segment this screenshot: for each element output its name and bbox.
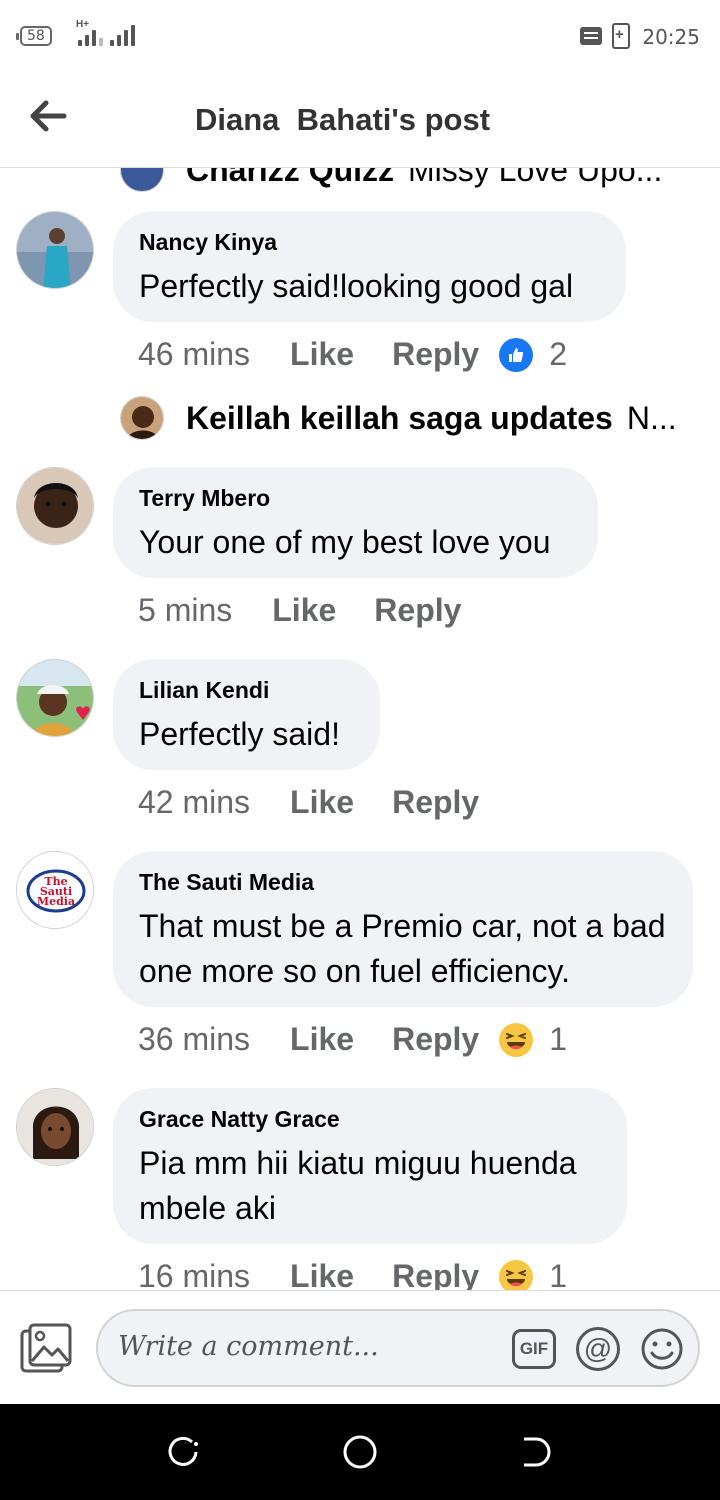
comment-text: Perfectly said!: [139, 716, 340, 752]
reply-button[interactable]: Reply: [392, 1258, 479, 1290]
like-button[interactable]: Like: [290, 336, 354, 373]
reply-preview-text: N...: [626, 399, 677, 436]
sauti-media-logo: The Sauti Media: [17, 852, 93, 928]
reply-preview-link[interactable]: Keillah keillah saga updates N...: [120, 396, 677, 440]
profile-photo: [17, 660, 93, 736]
comment-time[interactable]: 5 mins: [138, 592, 232, 629]
comment-time[interactable]: 42 mins: [138, 784, 250, 821]
add-photo-button[interactable]: [20, 1323, 74, 1373]
reaction-count: 1: [549, 1258, 568, 1290]
comment-bubble[interactable]: Lilian Kendi Perfectly said!: [113, 659, 380, 770]
comment-bubble[interactable]: Grace Natty Grace Pia mm hii kiatu miguu…: [113, 1088, 627, 1244]
mention-button[interactable]: @: [576, 1327, 620, 1371]
recent-apps-button[interactable]: [166, 1434, 202, 1470]
system-nav-bar: [0, 1404, 720, 1500]
post-header: Diana Bahati's post: [0, 72, 720, 168]
profile-photo: [17, 212, 93, 288]
comment-bubble[interactable]: The Sauti Media That must be a Premio ca…: [113, 851, 693, 1007]
home-icon: [343, 1435, 377, 1469]
comment-placeholder: Write a comment...: [118, 1331, 379, 1362]
comment-actions: 46 mins Like Reply 2: [138, 336, 567, 373]
message-notification-icon: [580, 27, 602, 45]
photo-icon: [20, 1323, 72, 1373]
reaction-count: 1: [549, 1021, 568, 1057]
comment-author[interactable]: Lilian Kendi: [139, 677, 354, 704]
svg-text:Media: Media: [37, 895, 75, 908]
back-nav-button[interactable]: [518, 1434, 554, 1470]
back-arrow-icon: [30, 100, 67, 132]
reply-preview-text: Missy Love Upo...: [408, 168, 663, 188]
avatar[interactable]: [16, 659, 94, 737]
recents-icon: [168, 1436, 198, 1466]
reply-button[interactable]: Reply: [374, 592, 461, 629]
comment-author[interactable]: Nancy Kinya: [139, 229, 600, 256]
battery-level-indicator: 58: [16, 26, 52, 46]
comment-time[interactable]: 16 mins: [138, 1258, 250, 1290]
like-button[interactable]: Like: [290, 1021, 354, 1058]
status-bar: 58 H+ 20:25: [0, 0, 720, 72]
clock: 20:25: [642, 25, 700, 49]
battery-charging-icon: [612, 23, 630, 49]
comment-actions: 42 mins Like Reply: [138, 784, 517, 821]
page-title: Diana Bahati's post: [195, 102, 491, 137]
reply-button[interactable]: Reply: [392, 784, 479, 821]
like-button[interactable]: Like: [290, 1258, 354, 1290]
comment-actions: 36 mins Like Reply 1: [138, 1021, 567, 1058]
profile-photo: [17, 1089, 93, 1165]
reply-author-name: Keillah keillah saga updates: [186, 399, 613, 436]
comment-actions: 5 mins Like Reply: [138, 592, 499, 629]
reply-author-avatar: [120, 168, 164, 192]
haha-icon[interactable]: [499, 1022, 534, 1057]
reply-button[interactable]: Reply: [392, 336, 479, 373]
back-nav-icon: [524, 1437, 551, 1467]
reply-button[interactable]: Reply: [392, 1021, 479, 1058]
comment-composer: Write a comment... GIF @: [0, 1290, 720, 1404]
signal-icon-2: [110, 22, 135, 46]
comment-author[interactable]: The Sauti Media: [139, 869, 667, 896]
like-button[interactable]: Like: [290, 784, 354, 821]
reply-author-name: Charizz Quizz: [186, 168, 395, 188]
comments-feed[interactable]: Charizz Quizz Missy Love Upo... Nancy Ki…: [0, 168, 720, 1290]
reaction-count: 2: [549, 336, 568, 372]
emoji-button[interactable]: [640, 1327, 684, 1371]
reply-preview-link[interactable]: Charizz Quizz Missy Love Upo...: [120, 168, 662, 192]
comment-text: Perfectly said!looking good gal: [139, 268, 574, 304]
comment-text: That must be a Premio car, not a bad one…: [139, 908, 666, 989]
gif-button[interactable]: GIF: [512, 1329, 556, 1369]
avatar[interactable]: [16, 211, 94, 289]
comment-input[interactable]: Write a comment... GIF @: [96, 1309, 700, 1387]
back-button[interactable]: [24, 92, 72, 140]
like-icon[interactable]: [499, 337, 534, 372]
comment-actions: 16 mins Like Reply 1: [138, 1258, 567, 1290]
comment-author[interactable]: Terry Mbero: [139, 485, 572, 512]
avatar[interactable]: The Sauti Media: [16, 851, 94, 929]
comment-author[interactable]: Grace Natty Grace: [139, 1106, 601, 1133]
comment-bubble[interactable]: Terry Mbero Your one of my best love you: [113, 467, 598, 578]
comment-text: Pia mm hii kiatu miguu huenda mbele aki: [139, 1145, 577, 1226]
profile-photo: [17, 468, 93, 544]
avatar[interactable]: [16, 1088, 94, 1166]
comment-time[interactable]: 36 mins: [138, 1021, 250, 1058]
haha-icon[interactable]: [499, 1259, 534, 1290]
comment-text: Your one of my best love you: [139, 524, 551, 560]
like-button[interactable]: Like: [272, 592, 336, 629]
comment-bubble[interactable]: Nancy Kinya Perfectly said!looking good …: [113, 211, 626, 322]
reply-author-avatar: [120, 396, 164, 440]
home-button[interactable]: [342, 1434, 378, 1470]
comment-time[interactable]: 46 mins: [138, 336, 250, 373]
smiley-icon: [641, 1328, 683, 1370]
avatar[interactable]: [16, 467, 94, 545]
signal-icon: [78, 22, 103, 46]
